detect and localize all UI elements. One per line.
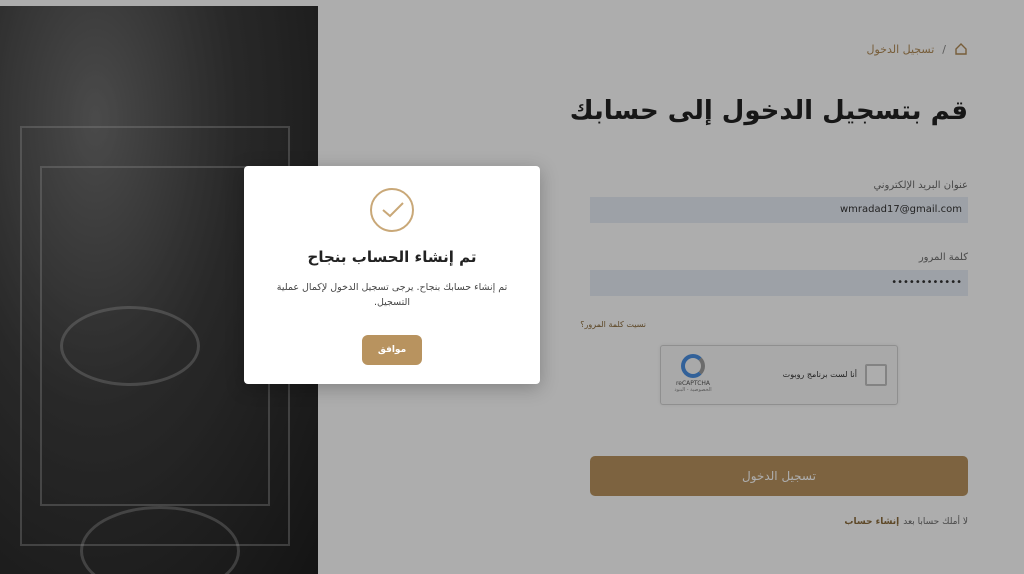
modal-title: تم إنشاء الحساب بنجاح [307, 248, 477, 266]
ok-button[interactable]: موافق [362, 335, 422, 365]
modal-message: تم إنشاء حسابك بنجاح. يرجى تسجيل الدخول … [276, 282, 508, 308]
success-modal: تم إنشاء الحساب بنجاح تم إنشاء حسابك بنج… [244, 166, 540, 384]
check-icon [370, 188, 414, 232]
